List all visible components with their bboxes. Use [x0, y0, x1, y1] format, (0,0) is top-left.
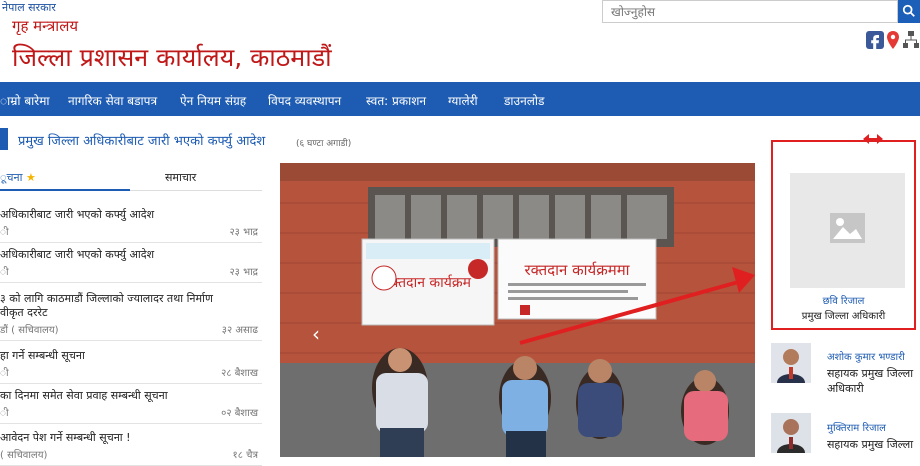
nav-acts-rules[interactable]: ऐन नियम संग्रह [180, 92, 246, 109]
ministry-label: गृह मन्त्रालय [12, 17, 79, 35]
news-source: ी [0, 408, 9, 419]
news-title[interactable]: आवेदन पेश गर्ने सम्बन्धी सूचना ! [0, 430, 131, 445]
list-item[interactable]: अधिकारीबाट जारी भएको कर्फ्यु आदेश ी २३ भ… [0, 203, 262, 243]
news-title-cont[interactable]: वीकृत दररेट [0, 305, 48, 320]
news-title[interactable]: अधिकारीबाट जारी भएको कर्फ्यु आदेश [0, 247, 154, 262]
nav-disaster[interactable]: विपद व्यवस्थापन [268, 92, 341, 109]
news-tabs [0, 163, 262, 191]
staff-name[interactable]: मुक्तिराम रिजाल [827, 420, 886, 434]
search-button[interactable] [898, 0, 920, 23]
news-date: २३ भाद्र [229, 267, 258, 278]
list-item[interactable]: ३ को लागि काठमाडौं जिल्लाको ज्यालादर तथा… [0, 287, 262, 341]
slider-prev-icon[interactable]: ‹ [312, 322, 320, 346]
staff-post: सहायक प्रमुख जिल्ला अधिकारी [827, 367, 914, 395]
avatar[interactable] [771, 343, 811, 383]
tab-notice-label: ूचना [0, 171, 23, 184]
cdo-post: प्रमुख जिल्ला अधिकारी [801, 311, 886, 322]
news-date: ३२ असाढ [221, 325, 258, 336]
staff-post: सहायक प्रमुख जिल्ला [827, 438, 914, 451]
banner-left-text: रक्तदान कार्यक्रम [385, 274, 472, 291]
list-item[interactable]: अधिकारीबाट जारी भएको कर्फ्यु आदेश ी २३ भ… [0, 243, 262, 283]
nav-citizen-charter[interactable]: नागरिक सेवा बडापत्र [68, 92, 157, 109]
list-item[interactable]: हा गर्ने सम्बन्धी सूचना ी २८ बैशाख [0, 344, 262, 384]
search-input[interactable] [602, 0, 898, 23]
ticker-time: (६ घण्टा अगाडी) [296, 139, 352, 149]
resize-arrows-icon[interactable] [861, 131, 885, 150]
news-source: ी [0, 267, 9, 278]
staff-name[interactable]: अशोक कुमार भण्डारी [827, 349, 905, 363]
news-source: डौं ( सचिवालय) [0, 325, 59, 336]
cdo-name[interactable]: छवि रिजाल [771, 293, 916, 307]
active-tab-indicator [0, 189, 130, 191]
tab-notice[interactable]: ूचना ★ [0, 170, 36, 185]
gov-label: नेपाल सरकार [2, 1, 56, 14]
news-title[interactable]: का दिनमा समेत सेवा प्रवाह सम्बन्धी सूचना [0, 388, 168, 403]
list-item[interactable]: का दिनमा समेत सेवा प्रवाह सम्बन्धी सूचना… [0, 384, 262, 424]
nav-about[interactable]: ाम्रो बारेमा [0, 92, 50, 109]
social-links [866, 30, 920, 50]
news-source: ी [0, 368, 9, 379]
avatar[interactable] [771, 413, 811, 453]
news-date: २८ बैशाख [221, 368, 258, 379]
sitemap-icon[interactable] [903, 31, 919, 48]
list-item[interactable]: आवेदन पेश गर्ने सम्बन्धी सूचना ! ( सचिवा… [0, 426, 262, 466]
tab-news[interactable]: समाचार [165, 170, 196, 185]
news-source: ( सचिवालय) [0, 450, 48, 461]
search-icon [902, 4, 915, 17]
news-title[interactable]: अधिकारीबाट जारी भएको कर्फ्यु आदेश [0, 207, 154, 222]
news-source: ी [0, 227, 9, 238]
map-pin-icon[interactable] [887, 31, 899, 49]
news-title[interactable]: हा गर्ने सम्बन्धी सूचना [0, 348, 85, 363]
news-date: ०२ बैशाख [221, 408, 258, 419]
news-date: १८ चैत्र [232, 450, 258, 461]
cdo-photo-placeholder [790, 173, 905, 288]
office-title[interactable]: जिल्ला प्रशासन कार्यालय, काठमाडौं [12, 40, 332, 74]
news-date: २३ भाद्र [229, 227, 258, 238]
ticker-marker [0, 128, 8, 150]
nav-gallery[interactable]: ग्यालेरी [448, 92, 478, 109]
nav-publication[interactable]: स्वत: प्रकाशन [366, 92, 426, 109]
image-placeholder-icon [830, 213, 865, 243]
image-slider[interactable]: रक्तदान कार्यक्रम रक्तदान कार्यक्रममा ‹ [280, 163, 755, 457]
news-title[interactable]: ३ को लागि काठमाडौं जिल्लाको ज्यालादर तथा… [0, 291, 213, 306]
banner-right-text: रक्तदान कार्यक्रममा [524, 261, 630, 279]
star-icon: ★ [25, 171, 36, 184]
facebook-icon[interactable] [866, 31, 884, 50]
ticker-headline[interactable]: प्रमुख जिल्ला अधिकारीबाट जारी भएको कर्फ्… [18, 131, 265, 149]
nav-download[interactable]: डाउनलोड [504, 92, 544, 109]
slider-photo: रक्तदान कार्यक्रम रक्तदान कार्यक्रममा ‹ [280, 163, 755, 457]
main-nav: ाम्रो बारेमा नागरिक सेवा बडापत्र ऐन नियम… [0, 82, 920, 116]
